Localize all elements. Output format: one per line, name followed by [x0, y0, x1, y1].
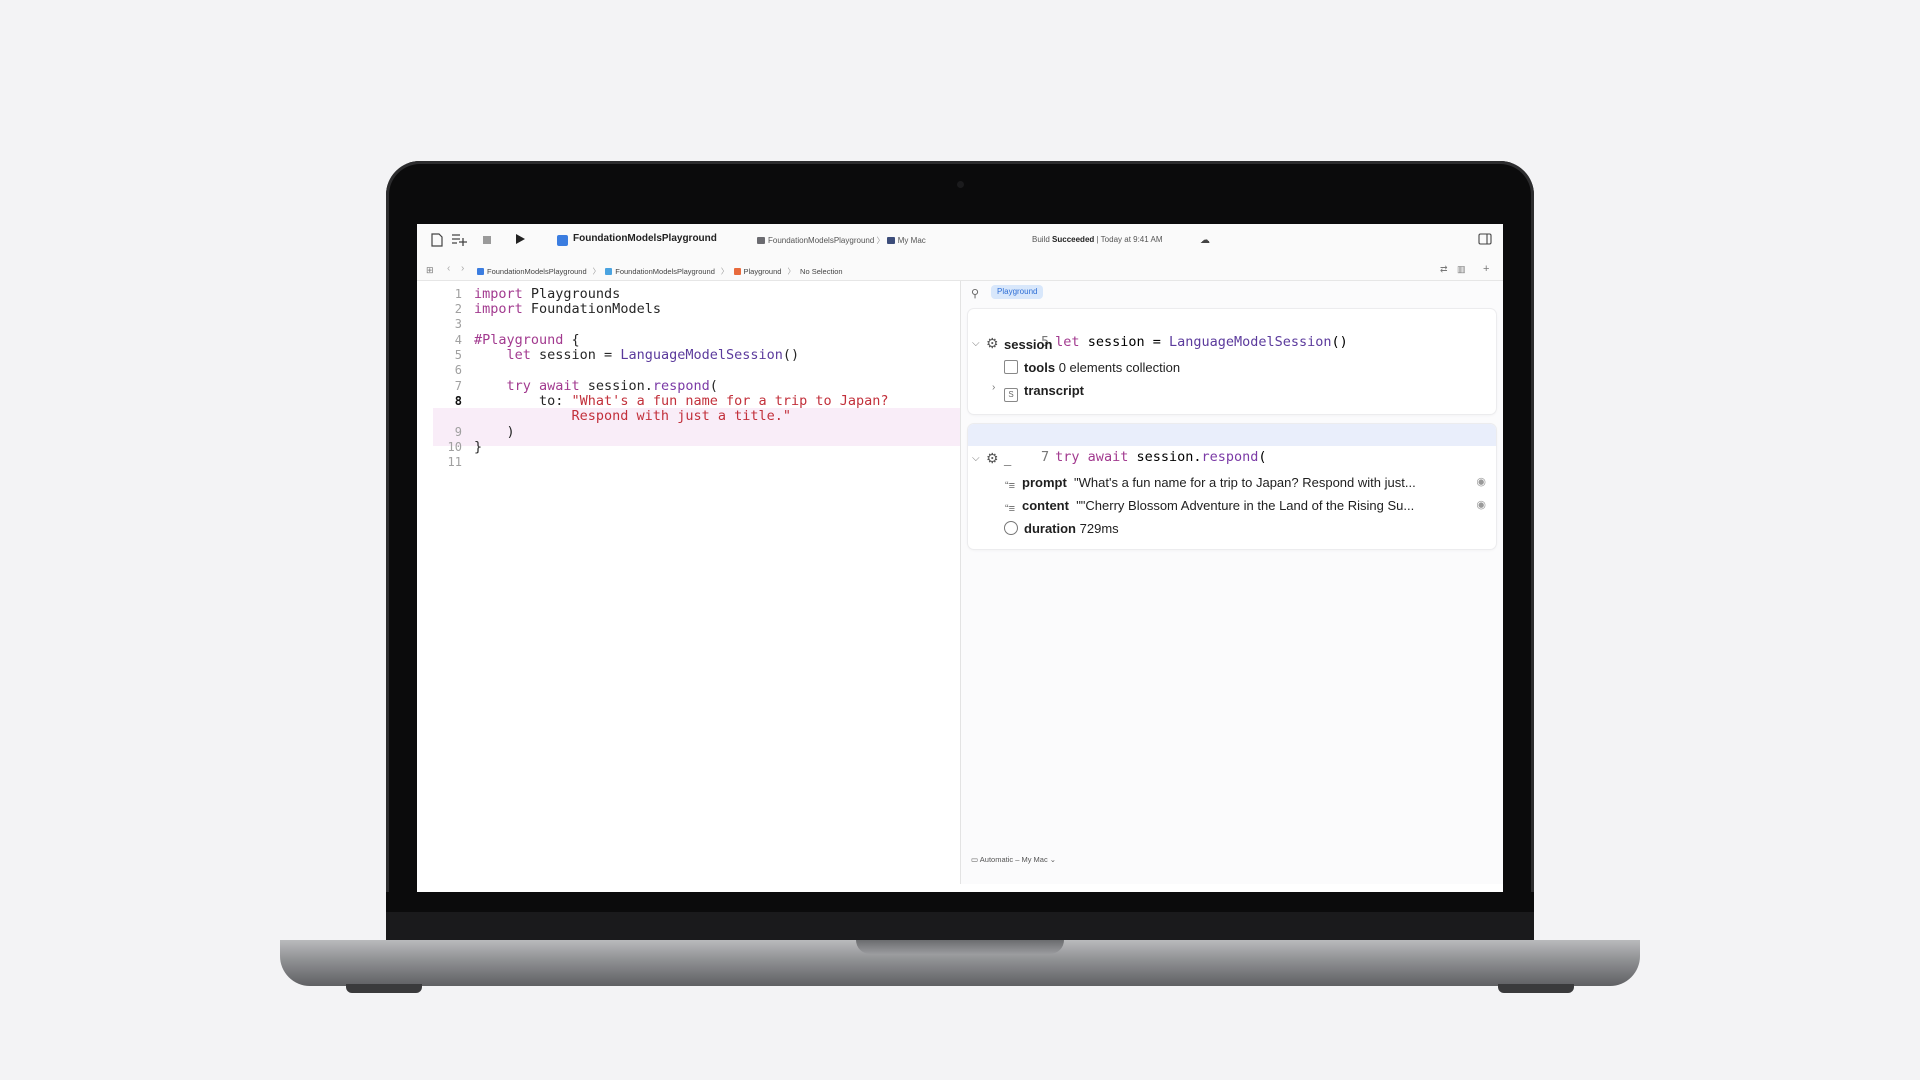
forward-icon[interactable]: ›	[461, 263, 464, 274]
camera-icon	[957, 181, 964, 188]
code-keyword: let	[1055, 334, 1080, 350]
object-icon: ⚙	[986, 335, 999, 351]
scheme-selector[interactable]: FoundationModelsPlayground 〉 My Mac	[757, 235, 926, 246]
code-text: (	[1258, 449, 1267, 465]
laptop-foot-left	[346, 984, 422, 993]
build-status: Build Succeeded | Today at 9:41 AM	[1032, 235, 1163, 244]
line-number: 7	[1041, 449, 1050, 465]
add-editor-icon[interactable]: +	[1483, 263, 1489, 275]
breadcrumb-bar: ⊞ ‹ › FoundationModelsPlayground 〉 Founda…	[417, 260, 1503, 281]
breadcrumb-item-folder[interactable]: FoundationModelsPlayground	[605, 267, 718, 276]
add-sparkle-icon[interactable]	[451, 233, 467, 249]
laptop-foot-right	[1498, 984, 1574, 993]
chevron-down-icon[interactable]: ⌵	[972, 453, 980, 464]
clock-icon	[1004, 521, 1018, 535]
tree-item-session[interactable]: session	[1004, 335, 1052, 355]
code-type: LanguageModelSession	[1168, 334, 1332, 350]
code-keyword: try await	[1055, 449, 1129, 465]
breadcrumb-item-file[interactable]: Playground	[733, 267, 785, 276]
quick-look-eye-icon[interactable]: ◉	[1476, 498, 1486, 511]
laptop-icon: ▭	[971, 855, 979, 864]
mac-icon	[886, 237, 895, 244]
navigator-toggle-icon[interactable]	[429, 233, 445, 249]
chevron-right-icon[interactable]: ›	[992, 382, 995, 393]
run-destination: My Mac	[897, 236, 926, 245]
code-function: respond	[1201, 449, 1259, 465]
hinge	[386, 912, 1534, 940]
playground-badge[interactable]: Playground	[991, 285, 1044, 299]
code-editor[interactable]: 1 import Playgrounds 2 import FoundationMod…	[417, 281, 961, 892]
result-card-header[interactable]: 5 let session = LanguageModelSession()	[968, 309, 1496, 350]
split-editor-icon[interactable]: ▥	[1457, 264, 1466, 275]
scheme-name: FoundationModelsPlayground	[768, 236, 875, 245]
quick-look-eye-icon[interactable]: ◉	[1476, 475, 1486, 488]
quote-icon: “≡	[1004, 480, 1016, 492]
toolbar: FoundationModelsPlayground FoundationMod…	[417, 224, 1503, 260]
tree-item-content[interactable]: “≡ content ""Cherry Blossom Adventure in …	[1004, 496, 1464, 516]
result-card-session: 5 let session = LanguageModelSession() ⌵ …	[968, 309, 1496, 414]
pin-icon[interactable]: ⚲	[971, 287, 979, 300]
chevron-down-icon: ⌄	[1049, 855, 1057, 864]
inspector-toggle-icon[interactable]	[1477, 233, 1493, 249]
status-bar	[417, 884, 1503, 892]
refresh-icon[interactable]: ⇄	[1440, 264, 1448, 275]
cloud-icon[interactable]: ☁	[1197, 233, 1213, 249]
run-destination-selector[interactable]: ▭ Automatic – My Mac ⌄	[971, 855, 1056, 864]
stop-button[interactable]	[479, 233, 495, 249]
breadcrumb-item-project[interactable]: FoundationModelsPlayground	[477, 267, 590, 276]
struct-icon: S	[1004, 388, 1018, 402]
build-status-result: Succeeded	[1052, 235, 1095, 244]
xcode-window: FoundationModelsPlayground FoundationMod…	[417, 224, 1503, 892]
build-status-prefix: Build	[1032, 235, 1050, 244]
breadcrumb-item-selection[interactable]: No Selection	[800, 267, 843, 276]
run-button[interactable]	[512, 233, 528, 249]
tree-item-tools[interactable]: tools 0 elements collection	[1004, 358, 1180, 378]
playground-results-pane: ⚲ Playground 5 let session = LanguageMode…	[961, 281, 1503, 892]
quote-icon: “≡	[1004, 503, 1016, 515]
scheme-icon	[757, 237, 765, 244]
chevron-down-icon[interactable]: ⌵	[972, 338, 980, 349]
trackpad-notch	[856, 940, 1064, 954]
tree-item-prompt[interactable]: “≡ prompt "What's a fun name for a trip t…	[1004, 473, 1464, 493]
code-text: session =	[1079, 334, 1169, 350]
object-icon: ⚙	[986, 450, 999, 466]
project-title[interactable]: FoundationModelsPlayground	[573, 233, 717, 244]
tree-item-duration[interactable]: duration 729ms	[1004, 519, 1119, 539]
app-icon	[557, 235, 568, 246]
breadcrumb: FoundationModelsPlayground 〉 FoundationMo…	[477, 266, 846, 277]
grid-icon[interactable]: ⊞	[426, 265, 434, 276]
destination-label: Automatic – My Mac	[979, 855, 1048, 864]
tree-item-transcript[interactable]: Stranscript	[1004, 381, 1084, 402]
code-text: ()	[1331, 334, 1348, 350]
line-number: 11	[447, 455, 462, 469]
result-card-respond: 7 try await session.respond( ⌵ ⚙ _ “≡ prom…	[968, 424, 1496, 549]
tree-item-response[interactable]: _	[1004, 450, 1011, 470]
result-card-header[interactable]: 7 try await session.respond(	[968, 424, 1496, 465]
code-line[interactable]: 11	[417, 453, 960, 471]
code-text: session.	[1128, 449, 1202, 465]
back-icon[interactable]: ‹	[447, 263, 450, 274]
build-status-time: | Today at 9:41 AM	[1096, 235, 1163, 244]
collection-icon	[1004, 360, 1018, 374]
